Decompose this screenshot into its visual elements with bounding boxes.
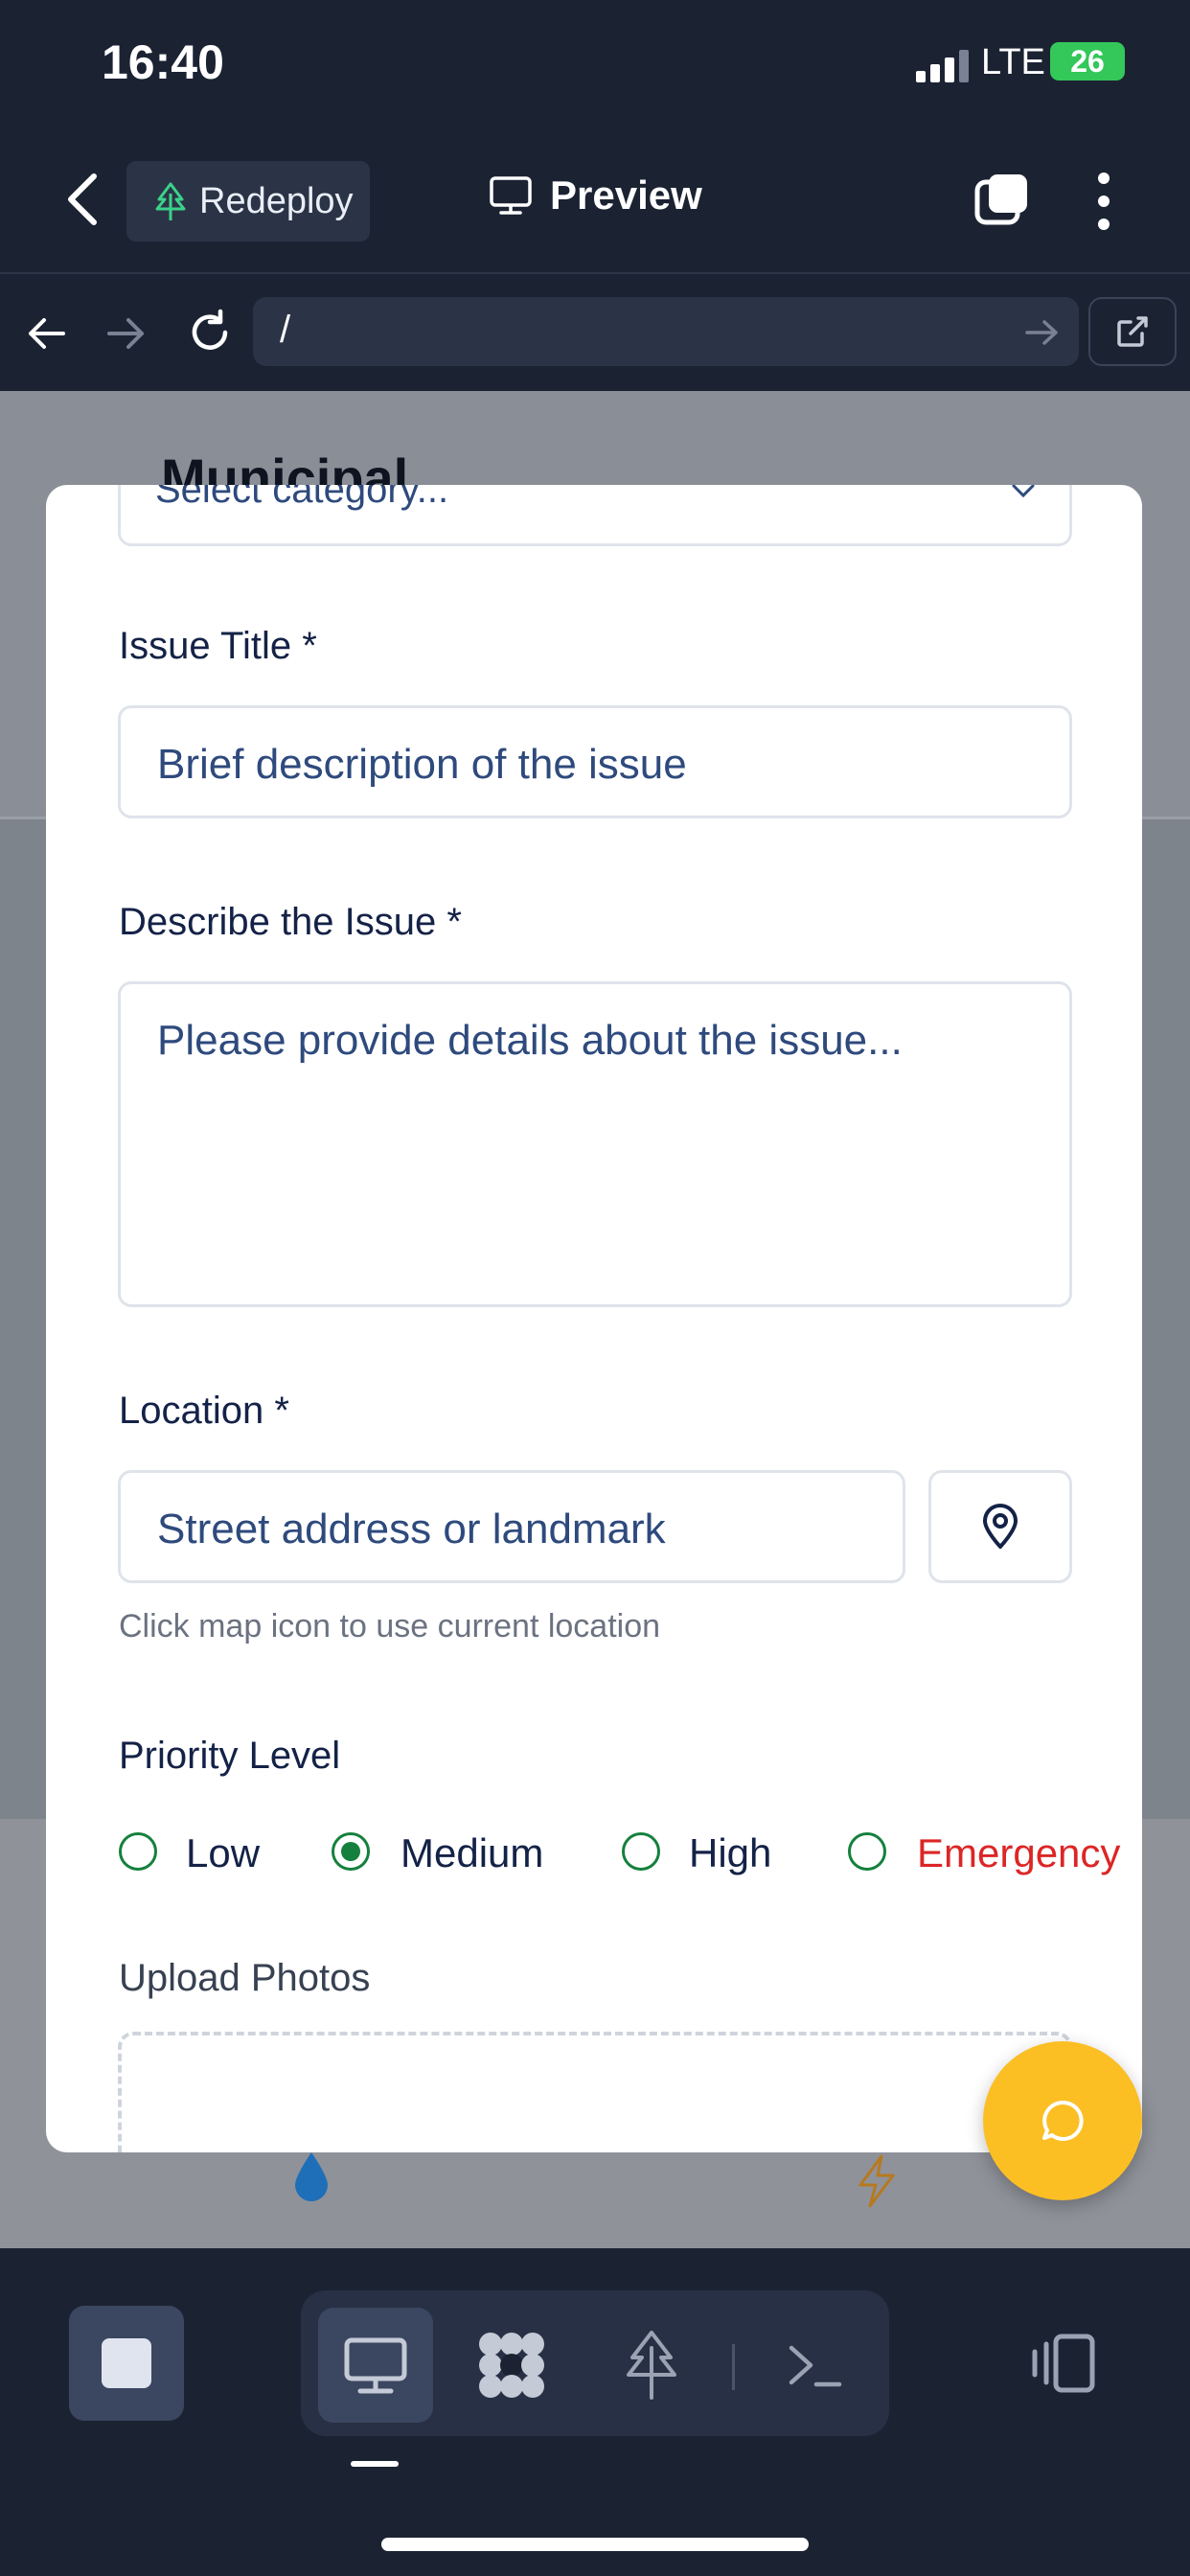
external-link-icon xyxy=(1117,316,1148,347)
water-drop-icon xyxy=(295,2152,328,2201)
url-bar[interactable] xyxy=(253,297,1079,366)
map-pin-icon xyxy=(983,1504,1018,1549)
browser-forward-icon[interactable] xyxy=(105,312,148,355)
issue-title-placeholder: Brief description of the issue xyxy=(157,741,687,788)
issue-title-label: Issue Title * xyxy=(119,625,317,667)
reload-icon[interactable] xyxy=(186,309,234,356)
priority-emergency-label[interactable]: Emergency xyxy=(917,1830,1120,1876)
home-indicator xyxy=(381,2538,809,2551)
redeploy-label: Redeploy xyxy=(199,180,354,221)
priority-medium-radio[interactable] xyxy=(332,1832,370,1871)
stop-icon xyxy=(102,2338,151,2388)
describe-textarea[interactable]: Please provide details about the issue..… xyxy=(118,981,1072,1307)
go-arrow-icon[interactable] xyxy=(1023,316,1062,349)
tree-icon xyxy=(155,182,186,220)
url-text[interactable]: / xyxy=(280,309,290,352)
preview-label: Preview xyxy=(550,172,702,218)
chevron-down-icon xyxy=(1012,485,1035,497)
priority-high-radio[interactable] xyxy=(622,1832,660,1871)
report-issue-modal: Select category... Issue Title * Brief d… xyxy=(46,485,1142,2152)
describe-placeholder: Please provide details about the issue..… xyxy=(157,1017,903,1064)
priority-low-label[interactable]: Low xyxy=(186,1830,260,1876)
location-placeholder: Street address or landmark xyxy=(157,1506,666,1552)
issue-title-input[interactable]: Brief description of the issue xyxy=(118,705,1072,818)
chat-fab-button[interactable] xyxy=(983,2041,1142,2200)
monitor-icon xyxy=(344,2337,407,2394)
browser-back-icon[interactable] xyxy=(25,312,67,355)
tabs-icon[interactable] xyxy=(973,171,1031,228)
more-icon[interactable] xyxy=(1090,171,1117,232)
map-pin-button[interactable] xyxy=(928,1470,1072,1583)
terminal-icon[interactable] xyxy=(786,2342,843,2390)
priority-medium-label[interactable]: Medium xyxy=(400,1830,543,1876)
header-divider xyxy=(0,272,1190,274)
describe-label: Describe the Issue * xyxy=(119,901,462,943)
deploy-tree-icon[interactable] xyxy=(623,2329,680,2402)
preview-tab[interactable]: Preview xyxy=(489,172,702,218)
location-hint: Click map icon to use current location xyxy=(119,1608,661,1644)
priority-high-label[interactable]: High xyxy=(689,1830,771,1876)
location-label: Location * xyxy=(119,1390,289,1432)
category-select[interactable]: Select category... xyxy=(118,485,1072,546)
open-external-button[interactable] xyxy=(1088,297,1177,366)
status-time: 16:40 xyxy=(102,35,224,89)
chat-bubble-icon xyxy=(1042,2100,1084,2141)
redeploy-button[interactable]: Redeploy xyxy=(126,161,370,242)
network-label: LTE xyxy=(981,42,1045,82)
priority-label: Priority Level xyxy=(119,1735,341,1777)
apps-grid-icon[interactable] xyxy=(475,2329,548,2402)
battery-level: 26 xyxy=(1070,44,1105,79)
preview-tool-button[interactable] xyxy=(318,2308,433,2423)
side-panel-icon[interactable] xyxy=(1029,2333,1098,2394)
photo-dropzone[interactable] xyxy=(118,2032,1072,2152)
upload-photos-label: Upload Photos xyxy=(119,1957,371,1999)
category-placeholder: Select category... xyxy=(155,485,449,511)
toolbar-divider xyxy=(732,2344,735,2390)
signal-icon xyxy=(916,50,969,82)
battery-indicator: 26 xyxy=(1050,42,1125,80)
stop-button[interactable] xyxy=(69,2306,184,2421)
location-input[interactable]: Street address or landmark xyxy=(118,1470,905,1583)
priority-low-radio[interactable] xyxy=(119,1832,157,1871)
priority-emergency-radio[interactable] xyxy=(848,1832,886,1871)
lightning-icon xyxy=(858,2154,895,2208)
back-icon[interactable] xyxy=(56,169,109,230)
monitor-icon xyxy=(490,176,532,215)
active-tab-indicator xyxy=(351,2461,399,2467)
